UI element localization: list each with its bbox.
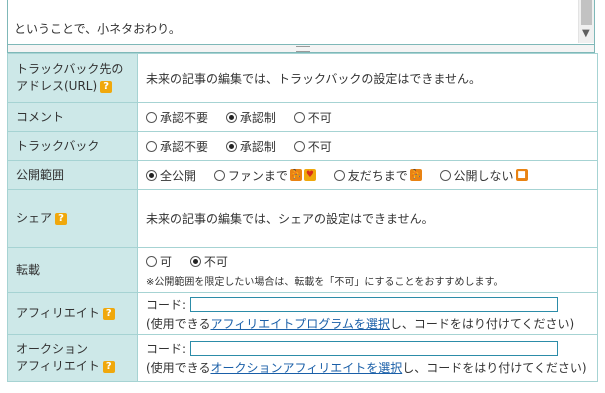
radio-icon[interactable]: [146, 255, 157, 267]
comment-option-no-approval[interactable]: 承認不要: [146, 109, 208, 126]
radio-icon[interactable]: [213, 169, 225, 181]
comment-label: コメント: [7, 102, 138, 132]
label-cell: シェア?: [7, 189, 138, 248]
radio-icon[interactable]: [439, 169, 451, 181]
help-suffix: し、コードをはり付けてください): [389, 316, 575, 331]
row-trackback-url: トラックバック先のアドレス(URL)? 未来の記事の編集では、トラックバックの設…: [7, 53, 598, 103]
radio-label: 不可: [203, 254, 228, 269]
help-prefix: (使用できる: [146, 316, 211, 331]
label-cell: トラックバック先のアドレス(URL)?: [7, 53, 138, 103]
textarea-text: ということで、小ネタおわり。: [14, 22, 181, 36]
radio-label: 承認制: [239, 139, 276, 154]
visibility-option-private[interactable]: 公開しない ■: [439, 167, 528, 184]
radio-icon[interactable]: [146, 140, 157, 152]
auction-affiliate-help: (使用できるオークションアフィリエイトを選択し、コードをはり付けてください): [146, 359, 589, 376]
help-icon[interactable]: ?: [102, 307, 115, 320]
radio-label: 承認不要: [160, 110, 209, 125]
affiliate-program-link[interactable]: アフィリエイトプログラムを選択: [210, 317, 389, 331]
radio-icon[interactable]: [293, 111, 305, 123]
visibility-label: 公開範囲: [7, 160, 138, 190]
visibility-option-friends[interactable]: 友だちまで ⛹: [333, 167, 422, 184]
friends-icon: ⛹: [289, 169, 302, 181]
repost-cell: 可 不可 ※公開範囲を限定したい場合は、転載を「不可」にすることをおすすめします…: [137, 247, 598, 293]
resize-grip-icon[interactable]: [296, 46, 310, 52]
share-label: シェア: [16, 211, 53, 225]
affiliate-help: (使用できるアフィリエイトプログラムを選択し、コードをはり付けてください): [146, 315, 589, 332]
auction-affiliate-label-1: オークション: [16, 342, 89, 356]
repost-note: ※公開範囲を限定したい場合は、転載を「不可」にすることをおすすめします。: [146, 276, 504, 288]
lock-icon: ■: [515, 169, 528, 181]
radio-label: 承認制: [239, 110, 276, 125]
auction-code-label: コード:: [146, 342, 187, 356]
radio-icon[interactable]: [333, 169, 345, 181]
trackback-radio-group: 承認不要 承認制 不可: [137, 131, 598, 161]
trackback-option-no-approval[interactable]: 承認不要: [146, 138, 208, 155]
help-suffix: し、コードをはり付けてください): [402, 361, 587, 375]
radio-label: 友だちまで: [347, 168, 408, 183]
repost-label: 転載: [7, 247, 138, 293]
textarea-resize-handle[interactable]: [7, 45, 595, 53]
repost-radio-group: 可 不可: [146, 253, 589, 270]
visibility-radio-group: 全公開 ファンまで ⛹ ♥ 友だちまで ⛹ 公開しない ■: [137, 160, 598, 190]
radio-selected-icon[interactable]: [189, 255, 201, 267]
radio-label: 承認不要: [160, 139, 209, 154]
radio-selected-icon[interactable]: [146, 169, 157, 181]
row-auction-affiliate: オークション アフィリエイト? コード: (使用できるオークションアフィリエイト…: [7, 334, 598, 382]
comment-option-disabled[interactable]: 不可: [293, 109, 332, 126]
affiliate-label: アフィリエイト: [16, 306, 100, 320]
row-comment: コメント 承認不要 承認制 不可: [7, 102, 598, 132]
help-prefix: (使用できる: [146, 361, 211, 375]
affiliate-code-input[interactable]: [190, 296, 559, 312]
repost-option-deny[interactable]: 不可: [189, 253, 228, 270]
row-trackback: トラックバック 承認不要 承認制 不可: [7, 131, 598, 161]
auction-affiliate-link[interactable]: オークションアフィリエイトを選択: [210, 361, 402, 375]
comment-option-approval[interactable]: 承認制: [225, 109, 276, 126]
label-cell: アフィリエイト?: [7, 292, 138, 335]
scroll-down-icon[interactable]: ▼: [582, 28, 590, 40]
scroll-thumb[interactable]: [581, 0, 592, 25]
textarea-scrollbar[interactable]: ▼: [578, 0, 594, 43]
radio-label: 全公開: [160, 168, 197, 183]
trackback-label: トラックバック: [7, 131, 138, 161]
help-icon[interactable]: ?: [100, 80, 113, 93]
affiliate-cell: コード: (使用できるアフィリエイトプログラムを選択し、コードをはり付けてくださ…: [137, 292, 598, 335]
body-textarea[interactable]: ということで、小ネタおわり。 ▼: [7, 0, 595, 45]
help-icon[interactable]: ?: [102, 360, 115, 373]
help-icon[interactable]: ?: [55, 212, 68, 225]
radio-label: 公開しない: [453, 168, 514, 183]
label-cell: オークション アフィリエイト?: [7, 334, 138, 382]
row-repost: 転載 可 不可 ※公開範囲を限定したい場合は、転載を「不可」にすることをおすすめ…: [7, 247, 598, 293]
auction-code-input[interactable]: [190, 341, 559, 356]
comment-radio-group: 承認不要 承認制 不可: [137, 102, 598, 132]
row-visibility: 公開範囲 全公開 ファンまで ⛹ ♥ 友だちまで ⛹ 公開しない ■: [7, 160, 598, 190]
affiliate-code-label: コード:: [146, 297, 187, 312]
heart-icon: ♥: [303, 169, 316, 181]
row-affiliate: アフィリエイト? コード: (使用できるアフィリエイトプログラムを選択し、コード…: [7, 292, 598, 335]
row-share: シェア? 未来の記事の編集では、シェアの設定はできません。: [7, 189, 598, 248]
post-settings-table: トラックバック先のアドレス(URL)? 未来の記事の編集では、トラックバックの設…: [7, 53, 598, 382]
trackback-option-approval[interactable]: 承認制: [225, 138, 276, 155]
radio-selected-icon[interactable]: [225, 111, 237, 123]
radio-icon[interactable]: [293, 140, 305, 152]
radio-label: 不可: [307, 139, 332, 154]
friends-icon: ⛹: [409, 169, 422, 181]
share-value: 未来の記事の編集では、シェアの設定はできません。: [137, 189, 598, 248]
auction-affiliate-cell: コード: (使用できるオークションアフィリエイトを選択し、コードをはり付けてくだ…: [137, 334, 598, 382]
visibility-option-fans[interactable]: ファンまで ⛹ ♥: [213, 167, 316, 184]
radio-label: ファンまで: [227, 168, 288, 183]
radio-label: 可: [160, 254, 173, 269]
radio-selected-icon[interactable]: [225, 140, 237, 152]
trackback-option-disabled[interactable]: 不可: [293, 138, 332, 155]
trackback-url-value: 未来の記事の編集では、トラックバックの設定はできません。: [137, 53, 598, 103]
radio-icon[interactable]: [146, 111, 157, 123]
visibility-option-public[interactable]: 全公開: [146, 167, 196, 184]
radio-label: 不可: [307, 110, 332, 125]
repost-option-allow[interactable]: 可: [146, 253, 172, 270]
auction-affiliate-label-2: アフィリエイト: [16, 359, 100, 373]
